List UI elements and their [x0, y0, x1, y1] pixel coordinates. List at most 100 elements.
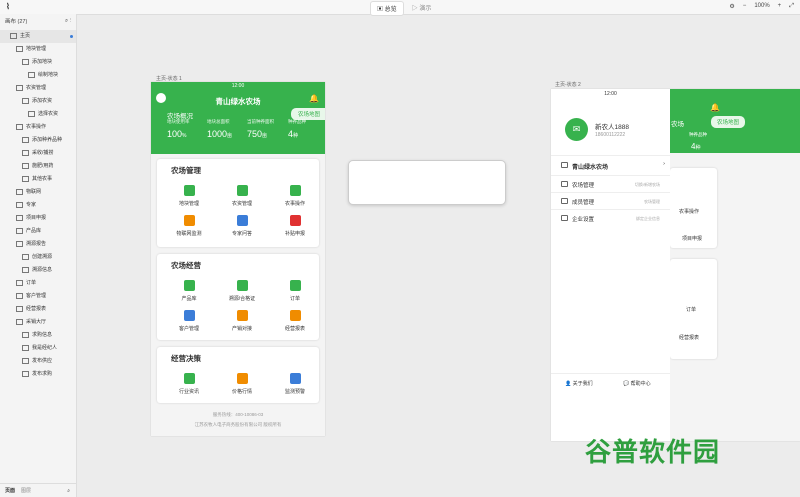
page-icon — [16, 279, 23, 286]
sidebar-item[interactable]: 我是经纪人 — [0, 342, 76, 355]
sidebar-item[interactable]: 经营报表 — [0, 303, 76, 316]
grid-item[interactable]: 农资管理 — [222, 185, 262, 207]
sidebar-item[interactable]: 产品库 — [0, 225, 76, 238]
sidebar-item-label: 发布求购 — [32, 371, 53, 377]
floating-panel[interactable] — [348, 160, 506, 205]
sidebar-item-label: 农资管理 — [26, 85, 47, 91]
page-icon — [22, 162, 29, 169]
grid-item[interactable]: 经营报表 — [275, 310, 315, 332]
sidebar-item[interactable]: 求购信息 — [0, 329, 76, 342]
search-icon[interactable]: ⌕ — [65, 18, 68, 24]
drawer-menu-item[interactable]: 农场管理 切换/新增农场 — [551, 175, 670, 193]
frame-home-state-2[interactable]: 🔔 农场 农场地图 种养品种 4种 农事操作 项目申报 订单 经营报表 12:0… — [551, 89, 800, 441]
help-center-link[interactable]: 💬 帮助中心 — [623, 380, 651, 387]
sidebar-title: 画布 (27) — [5, 19, 28, 25]
sidebar-item[interactable]: 添加农资 — [0, 95, 76, 108]
grid-item-label: 行业资讯 — [178, 389, 199, 395]
stat-label: 地块总面积 — [207, 119, 230, 124]
sidebar-item[interactable]: 发布供应 — [0, 355, 76, 368]
sidebar-item[interactable]: 发布求购 — [0, 368, 76, 381]
stat-block: 地块总面积 1000亩 — [207, 119, 232, 139]
settings-icon[interactable]: ⚙ — [729, 3, 734, 10]
search-icon[interactable]: ⌕ — [67, 488, 70, 494]
tab-demo[interactable]: ▷ 演示 — [406, 1, 438, 16]
grid-item[interactable]: 地块管理 — [169, 185, 209, 207]
sidebar-item[interactable]: 地块管理 — [0, 43, 76, 56]
user-icon: 👤 — [565, 381, 572, 387]
wechat-avatar[interactable]: ✉ — [565, 118, 588, 141]
page-icon — [16, 201, 23, 208]
grid-item[interactable]: 价格行情 — [222, 373, 262, 395]
page-icon — [22, 149, 29, 156]
section-title: 农场经营 — [171, 261, 201, 270]
grid-item-label[interactable]: 农事操作 — [679, 208, 699, 215]
grid-item[interactable]: 监测预警 — [275, 373, 315, 395]
zoom-out-button[interactable]: − — [743, 3, 747, 10]
sidebar-item[interactable]: 添加地块 — [0, 56, 76, 69]
fullscreen-icon[interactable]: ⤢ — [789, 3, 794, 10]
grid-item[interactable]: 专家问答 — [222, 215, 262, 237]
zoom-in-button[interactable]: + — [778, 3, 782, 10]
feature-icon — [236, 310, 248, 321]
section-title: 农场管理 — [171, 166, 201, 175]
grid-item[interactable]: 产销对接 — [222, 310, 262, 332]
sidebar-item[interactable]: 主页 — [0, 30, 76, 43]
sidebar-item[interactable]: 添加种养品种 — [0, 134, 76, 147]
about-us-link[interactable]: 👤 关于我们 — [565, 380, 593, 387]
grid-item[interactable]: 物联网监测 — [169, 215, 209, 237]
sidebar-item[interactable]: 采收/捕捞 — [0, 147, 76, 160]
tab-pages[interactable]: 页面 — [5, 487, 15, 494]
bell-icon[interactable]: 🔔 — [710, 103, 720, 112]
grid-item[interactable]: 补贴申报 — [275, 215, 315, 237]
grid-item[interactable]: 溯源/合格证 — [222, 280, 262, 302]
drawer-menu-item[interactable]: 成员管理 农场管理 — [551, 192, 670, 210]
sidebar-item-label: 客户管理 — [26, 293, 47, 299]
active-indicator — [70, 35, 73, 38]
grid-item[interactable]: 农事操作 — [275, 185, 315, 207]
sidebar-item[interactable]: 施肥/用药 — [0, 160, 76, 173]
sidebar-item[interactable]: 选择农资 — [0, 108, 76, 121]
sidebar-item[interactable]: 订单 — [0, 277, 76, 290]
sidebar-item[interactable]: 溯源报告 — [0, 238, 76, 251]
sidebar-item-label: 产品库 — [26, 228, 42, 234]
grid-item[interactable]: 产品库 — [169, 280, 209, 302]
sidebar-item[interactable]: 客户管理 — [0, 290, 76, 303]
grid-item[interactable]: 客户管理 — [169, 310, 209, 332]
sidebar-item[interactable]: 专家 — [0, 199, 76, 212]
sidebar-item[interactable]: 项目申报 — [0, 212, 76, 225]
sidebar-item-label: 添加种养品种 — [32, 137, 63, 143]
tab-layers[interactable]: 图层 — [21, 487, 31, 494]
farm-selector[interactable]: 青山绿水农场 › — [551, 155, 670, 175]
sidebar-item[interactable]: 农资管理 — [0, 82, 76, 95]
status-time: 12:00 — [604, 91, 617, 97]
menu-label: 企业设置 — [572, 217, 595, 223]
drawer-menu-item[interactable]: 企业设置 绑定企业信息 — [551, 209, 670, 227]
grid-item-label: 补贴申报 — [284, 231, 305, 237]
zoom-level[interactable]: 100% — [754, 3, 769, 10]
grid-item-label[interactable]: 项目申报 — [682, 235, 702, 242]
tab-overview[interactable]: ▣ 总览 — [370, 1, 404, 16]
sidebar-item[interactable]: 物联网 — [0, 186, 76, 199]
home-icon — [561, 162, 568, 168]
more-icon[interactable]: ⋮ — [70, 18, 71, 24]
grid-item-label[interactable]: 订单 — [686, 306, 696, 313]
sidebar-item[interactable]: 采销大厅 — [0, 316, 76, 329]
menu-label: 农场管理 — [572, 183, 595, 189]
page-icon — [22, 266, 29, 273]
sidebar-item[interactable]: 绘制地块 — [0, 69, 76, 82]
grid-item[interactable]: 行业资讯 — [169, 373, 209, 395]
grid-item[interactable]: 订单 — [275, 280, 315, 302]
frame-home-state-1[interactable]: 12:00 青山绿水农场 🔔 农场概况 农场地图 地块使用率 100% 地块总面积 1… — [151, 82, 325, 436]
grid-item-label[interactable]: 经营报表 — [679, 334, 699, 341]
stat-value: 750亩 — [247, 129, 268, 139]
sidebar-item[interactable]: 其他农事 — [0, 173, 76, 186]
page-sidebar: 画布 (27) ⌕ ⋮ 主页地块管理 添加地块 绘制地块农资管理添加农资 选择农资 农事… — [0, 14, 77, 497]
sidebar-item[interactable]: 溯源信息 — [0, 264, 76, 277]
farm-map-button[interactable]: 农场地图 — [711, 116, 746, 128]
feature-icon — [236, 373, 248, 384]
app-logo: ⌇ — [6, 2, 10, 11]
sidebar-item[interactable]: 农事操作 — [0, 121, 76, 134]
bell-icon[interactable]: 🔔 — [309, 94, 319, 103]
sidebar-item-label: 主页 — [20, 33, 31, 39]
sidebar-item[interactable]: 创建溯源 — [0, 251, 76, 264]
